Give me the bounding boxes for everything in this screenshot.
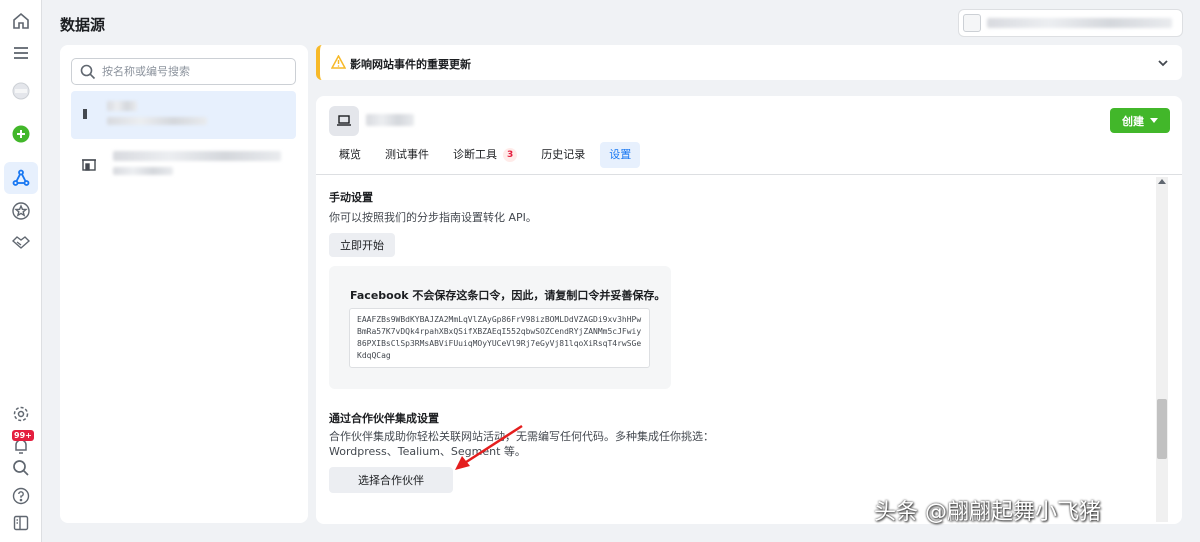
manual-setup-description: 你可以按照我们的分步指南设置转化 API。 [329, 211, 537, 224]
list-item[interactable] [71, 91, 296, 139]
source-name-redacted [113, 151, 281, 161]
profile-avatar[interactable] [9, 79, 33, 103]
partner-setup-description: 合作伙伴集成助你轻松关联网站活动，无需编写任何代码。多种集成任你挑选：Wordp… [329, 430, 714, 458]
access-token-field[interactable]: EAAFZBs9WBdKYBAJZA2MmLqVlZAyGp86FrV98izB… [349, 308, 650, 368]
data-source-list-panel [60, 45, 308, 523]
detail-tabs: 概览 测试事件 诊断工具 3 历史记录 设置 [330, 142, 646, 168]
chevron-down-icon[interactable] [1156, 56, 1170, 70]
update-notice[interactable]: 影响网站事件的重要更新 [316, 45, 1182, 80]
tab-test-events[interactable]: 测试事件 [376, 142, 438, 168]
notifications-badge: 99+ [12, 430, 34, 441]
account-selector[interactable] [958, 9, 1183, 37]
account-icon [963, 14, 981, 32]
tab-settings[interactable]: 设置 [600, 142, 641, 168]
laptop-icon [329, 106, 359, 136]
scrollbar[interactable] [1156, 177, 1168, 522]
account-name-redacted [987, 18, 1172, 28]
sidebar-toggle-icon[interactable] [9, 511, 33, 535]
access-token-box: Facebook 不会保存这条口令，因此，请复制口令并妥善保存。 EAAFZBs… [329, 266, 671, 389]
create-plus-icon[interactable] [9, 122, 33, 146]
watermark: 头条 @翩翩起舞小飞猪 [874, 500, 1101, 525]
search-icon [80, 64, 96, 80]
choose-partner-button[interactable]: 选择合作伙伴 [329, 467, 453, 493]
pixel-source-icon [81, 106, 97, 122]
data-source-detail-panel: 创建 概览 测试事件 诊断工具 3 历史记录 设置 手动设置 你可以按照我们的分步… [316, 96, 1182, 524]
caret-down-icon [1150, 118, 1158, 123]
settings-icon[interactable] [9, 402, 33, 426]
star-icon[interactable] [9, 199, 33, 223]
search-box[interactable] [71, 58, 296, 85]
home-icon[interactable] [9, 9, 33, 33]
tab-diagnostics[interactable]: 诊断工具 3 [444, 142, 526, 168]
tab-label: 历史记录 [541, 148, 586, 161]
source-id-redacted [113, 167, 173, 175]
create-button[interactable]: 创建 [1110, 108, 1170, 133]
store-icon [81, 156, 97, 172]
partner-icon[interactable] [9, 230, 33, 254]
manual-setup-heading: 手动设置 [329, 191, 373, 204]
data-sources-icon[interactable] [9, 166, 33, 190]
search-input[interactable] [102, 62, 287, 81]
partner-setup-heading: 通过合作伙伴集成设置 [329, 412, 439, 425]
source-title-redacted [366, 114, 414, 126]
scrollbar-thumb[interactable] [1157, 399, 1167, 459]
source-id-redacted [107, 117, 207, 125]
source-name-redacted [107, 101, 137, 111]
diagnostics-count-badge: 3 [503, 148, 518, 162]
notice-text: 影响网站事件的重要更新 [350, 58, 471, 71]
create-button-label: 创建 [1122, 114, 1144, 128]
left-rail: 99+ [0, 0, 42, 542]
warning-icon [330, 54, 347, 69]
get-started-button[interactable]: 立即开始 [329, 233, 395, 257]
tab-label: 诊断工具 [453, 148, 497, 161]
settings-content: 手动设置 你可以按照我们的分步指南设置转化 API。 立即开始 Facebook… [316, 175, 1182, 524]
menu-icon[interactable] [9, 41, 33, 65]
tab-overview[interactable]: 概览 [330, 142, 370, 168]
tab-label: 概览 [339, 148, 361, 161]
tab-label: 设置 [609, 148, 632, 161]
help-icon[interactable] [9, 484, 33, 508]
tab-history[interactable]: 历史记录 [532, 142, 594, 168]
tab-label: 测试事件 [385, 148, 429, 161]
page-title: 数据源 [60, 16, 106, 34]
token-warning: Facebook 不会保存这条口令，因此，请复制口令并妥善保存。 [350, 289, 666, 302]
scroll-up-arrow[interactable] [1158, 179, 1166, 184]
search-icon[interactable] [9, 456, 33, 480]
list-item[interactable] [71, 141, 296, 189]
